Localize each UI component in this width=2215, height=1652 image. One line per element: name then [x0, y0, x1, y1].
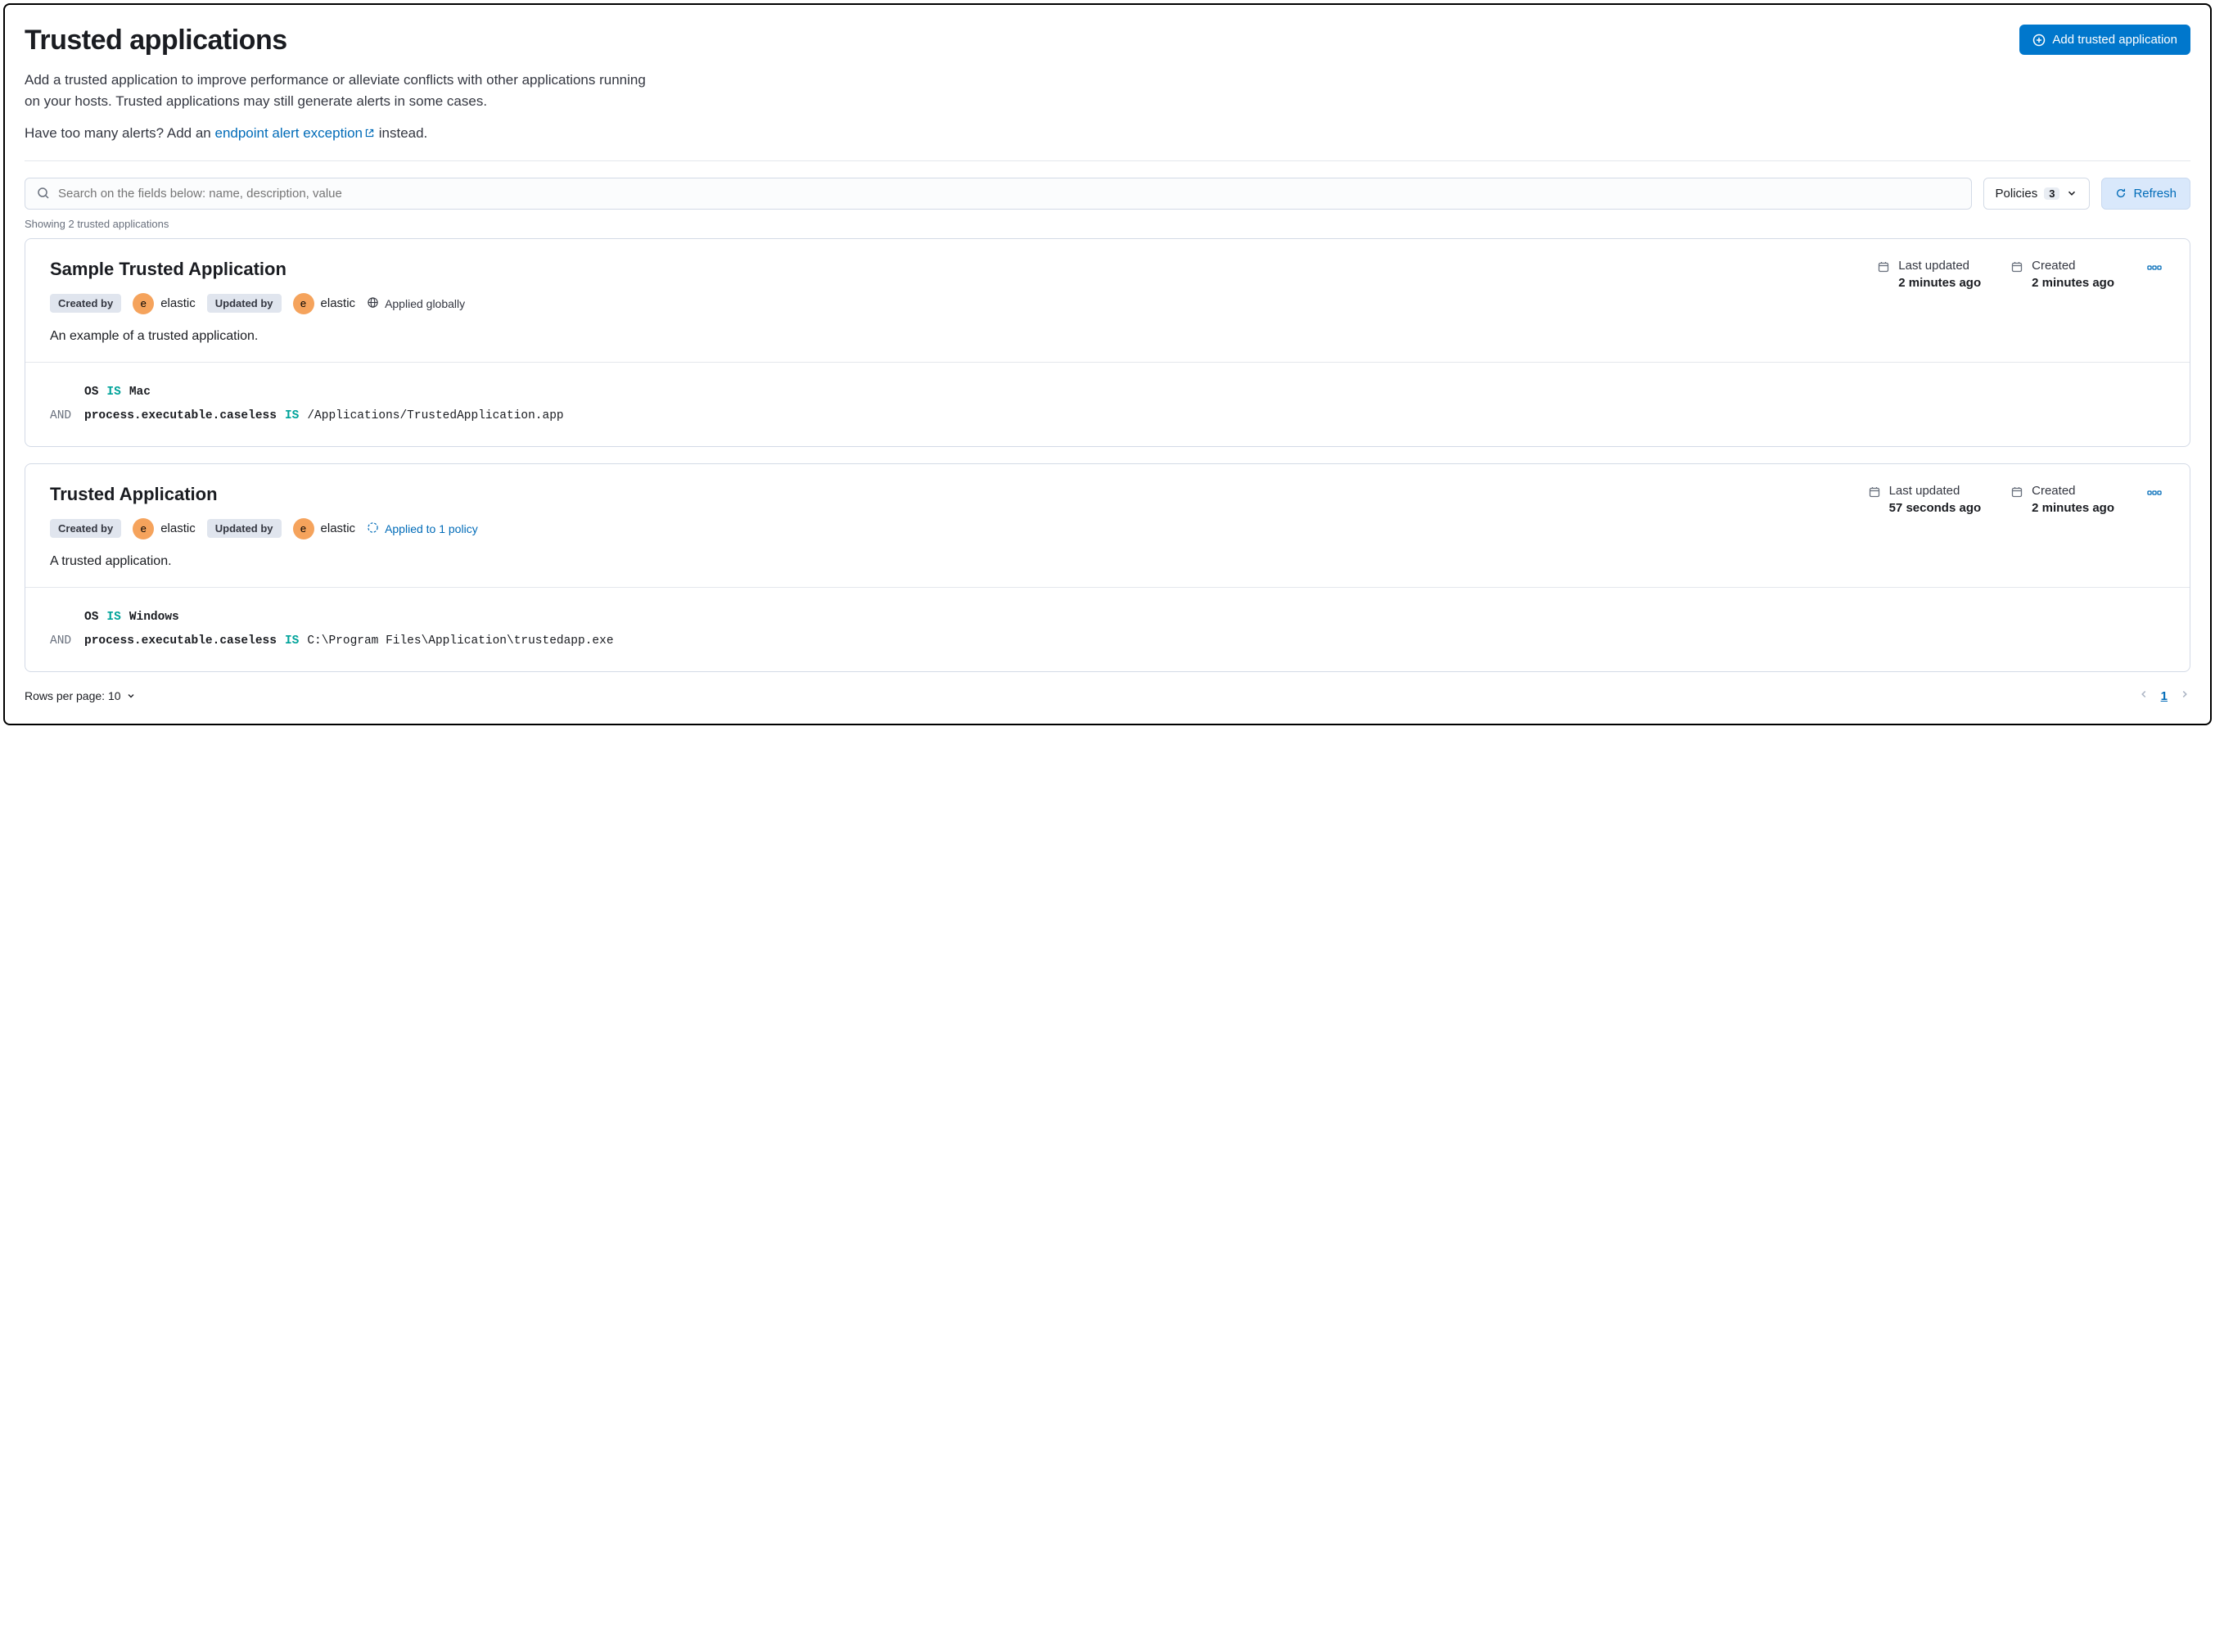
created-value: 2 minutes ago [2032, 276, 2114, 290]
created-label: Created [2032, 484, 2114, 498]
globe-icon [367, 296, 379, 311]
avatar: e [293, 293, 314, 314]
user-name: elastic [321, 296, 356, 310]
user-name: elastic [321, 521, 356, 535]
prev-page-button[interactable] [2138, 688, 2150, 704]
calendar-icon [1868, 485, 1881, 503]
card-description: A trusted application. [50, 554, 1852, 569]
partial-icon [367, 521, 379, 536]
refresh-button[interactable]: Refresh [2101, 178, 2190, 210]
calendar-icon [1877, 260, 1890, 278]
policies-filter-button[interactable]: Policies 3 [1983, 178, 2091, 210]
page-description-1: Add a trusted application to improve per… [25, 70, 663, 111]
endpoint-alert-exception-link[interactable]: endpoint alert exception [214, 125, 375, 141]
page-number[interactable]: 1 [2161, 689, 2168, 703]
chevron-down-icon [126, 691, 136, 701]
trusted-app-card: Trusted Application Created by e elastic… [25, 463, 2190, 672]
scope-text: Applied globally [385, 297, 465, 310]
condition-field: process.executable.caseless [84, 630, 277, 653]
calendar-icon [2010, 260, 2023, 278]
condition-row: AND process.executable.caseless IS /Appl… [50, 404, 2165, 428]
avatar: e [293, 518, 314, 539]
condition-operator: IS [106, 381, 120, 404]
search-icon [37, 187, 50, 200]
policies-label: Policies [1996, 187, 2038, 201]
created-by-pill: Created by [50, 294, 121, 313]
condition-prefix: AND [50, 630, 76, 653]
chevron-down-icon [2066, 187, 2077, 199]
user-name: elastic [160, 296, 196, 310]
add-trusted-application-button[interactable]: Add trusted application [2019, 25, 2190, 55]
trusted-app-card: Sample Trusted Application Created by e … [25, 238, 2190, 447]
rows-per-page-label: Rows per page: 10 [25, 689, 121, 702]
card-actions-button[interactable] [2144, 259, 2165, 279]
created-meta: Created 2 minutes ago [2010, 484, 2114, 515]
search-input[interactable] [58, 187, 1960, 201]
pagination: 1 [2138, 688, 2190, 704]
rows-per-page-selector[interactable]: Rows per page: 10 [25, 689, 136, 702]
card-title: Sample Trusted Application [50, 259, 1861, 280]
last-updated-meta: Last updated 2 minutes ago [1877, 259, 1981, 290]
divider [25, 160, 2190, 161]
created-label: Created [2032, 259, 2114, 273]
avatar: e [133, 293, 154, 314]
condition-row: OS IS Windows [50, 606, 2165, 630]
card-description: An example of a trusted application. [50, 329, 1861, 344]
plus-circle-icon [2032, 34, 2046, 47]
last-updated-label: Last updated [1898, 259, 1981, 273]
scope-indicator: Applied globally [367, 296, 465, 311]
calendar-icon [2010, 485, 2023, 503]
chevron-left-icon [2138, 688, 2150, 700]
created-value: 2 minutes ago [2032, 501, 2114, 515]
search-container [25, 178, 1972, 210]
conditions-panel: OS IS Mac AND process.executable.caseles… [25, 362, 2190, 446]
condition-value: /Applications/TrustedApplication.app [307, 404, 563, 428]
avatar: e [133, 518, 154, 539]
condition-field: OS [84, 381, 98, 404]
policies-count-badge: 3 [2044, 187, 2059, 200]
showing-count: Showing 2 trusted applications [25, 218, 2190, 230]
card-title: Trusted Application [50, 484, 1852, 505]
condition-field: process.executable.caseless [84, 404, 277, 428]
last-updated-meta: Last updated 57 seconds ago [1868, 484, 1982, 515]
last-updated-value: 57 seconds ago [1889, 501, 1982, 515]
created-by-user: e elastic [133, 518, 196, 539]
last-updated-label: Last updated [1889, 484, 1982, 498]
condition-value: Windows [129, 606, 179, 630]
page-description-2: Have too many alerts? Add an endpoint al… [25, 123, 663, 144]
condition-prefix: AND [50, 404, 76, 428]
more-icon [2147, 264, 2162, 276]
last-updated-value: 2 minutes ago [1898, 276, 1981, 290]
condition-operator: IS [285, 404, 299, 428]
refresh-label: Refresh [2133, 187, 2177, 201]
next-page-button[interactable] [2179, 688, 2190, 704]
created-meta: Created 2 minutes ago [2010, 259, 2114, 290]
card-actions-button[interactable] [2144, 484, 2165, 504]
updated-by-user: e elastic [293, 518, 356, 539]
condition-value: Mac [129, 381, 151, 404]
refresh-icon [2115, 187, 2127, 199]
scope-text: Applied to 1 policy [385, 522, 478, 535]
external-link-icon [364, 128, 375, 138]
updated-by-pill: Updated by [207, 519, 282, 538]
more-icon [2147, 489, 2162, 501]
created-by-user: e elastic [133, 293, 196, 314]
condition-field: OS [84, 606, 98, 630]
conditions-panel: OS IS Windows AND process.executable.cas… [25, 587, 2190, 671]
updated-by-pill: Updated by [207, 294, 282, 313]
scope-indicator[interactable]: Applied to 1 policy [367, 521, 478, 536]
condition-operator: IS [285, 630, 299, 653]
created-by-pill: Created by [50, 519, 121, 538]
page-title: Trusted applications [25, 25, 287, 56]
condition-row: OS IS Mac [50, 381, 2165, 404]
chevron-right-icon [2179, 688, 2190, 700]
condition-operator: IS [106, 606, 120, 630]
condition-value: C:\Program Files\Application\trustedapp.… [307, 630, 613, 653]
user-name: elastic [160, 521, 196, 535]
updated-by-user: e elastic [293, 293, 356, 314]
condition-row: AND process.executable.caseless IS C:\Pr… [50, 630, 2165, 653]
add-button-label: Add trusted application [2052, 33, 2177, 47]
